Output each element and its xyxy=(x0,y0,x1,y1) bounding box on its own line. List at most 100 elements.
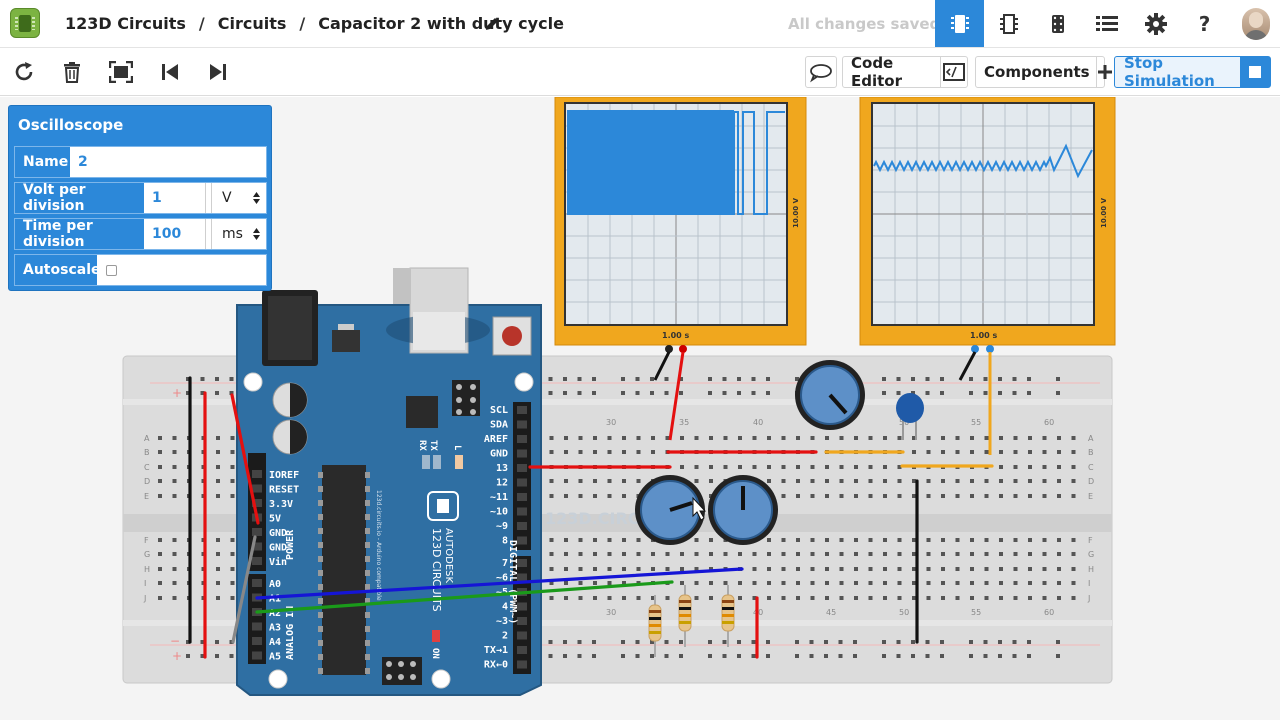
volt-per-division-label: Volt per division xyxy=(15,182,144,214)
row-letter: G xyxy=(1088,550,1094,559)
oscilloscope-1[interactable]: 1.00 s 10.00 V xyxy=(554,97,807,346)
breadboard-watermark: 123D.CIRC xyxy=(545,509,640,528)
stop-simulation-button[interactable]: Stop Simulation xyxy=(1114,54,1271,90)
help-icon: ? xyxy=(1198,11,1211,36)
autoscale-checkbox[interactable] xyxy=(106,264,117,276)
components-button[interactable]: Components xyxy=(975,56,1112,88)
settings-icon xyxy=(1144,12,1167,35)
tx-label: TX xyxy=(428,440,438,451)
volt-per-division-row: Volt per division 1 V xyxy=(14,182,267,214)
autoscale-label: Autoscale xyxy=(15,255,101,285)
help-button[interactable]: ? xyxy=(1180,0,1229,47)
brand-line-1: AUTODESK xyxy=(443,528,454,584)
chip-text: 123d.circuits.io - Arduino compatible xyxy=(375,490,382,601)
row-letter: H xyxy=(1088,565,1094,574)
rx-label: RX xyxy=(417,440,427,451)
code-editor-button[interactable]: Code Editor xyxy=(842,54,968,90)
row-letter: C xyxy=(144,463,150,472)
arduino-board[interactable]: IOREFRESET3.3V5VGNDGNDVinA0A1A2A3A4A5SCL… xyxy=(236,267,542,696)
speech-bubble-icon xyxy=(810,64,832,83)
scope-1-volt-scale: 10.00 V xyxy=(792,197,800,228)
rotate-button[interactable] xyxy=(12,60,36,84)
rail-polarity-label: + xyxy=(172,649,182,663)
name-input[interactable]: 2 xyxy=(70,147,88,177)
delete-button[interactable] xyxy=(60,60,84,84)
column-number: 60 xyxy=(1044,608,1054,617)
pcb-view-icon xyxy=(1051,14,1064,33)
rail-polarity-label: − xyxy=(170,634,180,648)
app-logo-icon[interactable] xyxy=(10,8,40,38)
skip-forward-icon xyxy=(210,64,226,80)
breadboard-view-button[interactable] xyxy=(935,0,984,47)
settings-button[interactable] xyxy=(1131,0,1180,47)
parts-list-icon xyxy=(1095,15,1118,31)
stop-square-icon xyxy=(1240,57,1270,87)
analog-pin-label: A5 xyxy=(269,652,281,663)
fit-to-screen-button[interactable] xyxy=(109,60,133,84)
time-per-division-input[interactable]: 100 xyxy=(144,219,206,249)
column-number: 50 xyxy=(899,608,909,617)
breadboard-view-icon xyxy=(950,14,969,33)
row-letter: J xyxy=(1087,594,1090,603)
power-pin-label: 5V xyxy=(269,514,281,525)
schematic-view-button[interactable] xyxy=(984,0,1033,47)
row-letter: C xyxy=(1088,463,1094,472)
digital-pin-label: AREF xyxy=(484,434,508,445)
row-letter: D xyxy=(1088,477,1094,486)
select-arrows-icon xyxy=(253,192,260,204)
step-forward-button[interactable] xyxy=(206,60,230,84)
row-letter: E xyxy=(1088,492,1093,501)
digital-pin-label: SCL xyxy=(490,405,508,416)
skip-back-icon xyxy=(162,64,178,80)
toolbar: Code Editor Components xyxy=(0,48,1280,96)
digital-pin-label: 2 xyxy=(502,631,508,642)
breadcrumb-circuits[interactable]: Circuits xyxy=(218,14,287,33)
power-pin-label: IOREF xyxy=(269,470,299,481)
parts-list-button[interactable] xyxy=(1082,0,1131,47)
analog-pin-label: A0 xyxy=(269,579,281,590)
row-letter: J xyxy=(143,594,146,603)
name-label: Name xyxy=(15,147,70,177)
analog-in-label: ANALOG IN xyxy=(285,606,296,660)
time-unit-select[interactable]: ms xyxy=(211,219,266,249)
oscilloscope-properties-panel: Oscilloscope Name 2 Volt per division 1 … xyxy=(8,105,272,291)
volt-per-division-input[interactable]: 1 xyxy=(144,183,206,213)
row-letter: G xyxy=(144,550,150,559)
app-header: 123D Circuits / Circuits / Capacitor 2 w… xyxy=(0,0,1280,48)
digital-pin-label: ~10 xyxy=(490,507,508,518)
annotation-button[interactable] xyxy=(805,56,837,88)
column-number: 55 xyxy=(971,418,981,427)
edit-title-pencil-icon[interactable] xyxy=(484,16,500,32)
time-unit-value: ms xyxy=(222,226,243,242)
save-status: All changes saved xyxy=(788,15,941,33)
digital-pin-label: RX←0 xyxy=(484,660,508,671)
rail-polarity-label: + xyxy=(172,386,182,400)
code-icon xyxy=(939,57,967,87)
digital-pin-label: ~9 xyxy=(496,521,508,532)
power-label: POWER xyxy=(285,529,296,560)
row-letter: H xyxy=(144,565,150,574)
autoscale-row: Autoscale xyxy=(14,254,267,286)
time-per-division-label: Time per division xyxy=(15,218,144,250)
trash-icon xyxy=(64,62,80,83)
step-back-button[interactable] xyxy=(158,60,182,84)
column-number: 30 xyxy=(606,418,616,427)
breadcrumb-separator: / xyxy=(198,14,205,33)
row-letter: F xyxy=(144,536,149,545)
user-avatar[interactable] xyxy=(1242,8,1270,40)
potentiometer-top[interactable] xyxy=(795,360,865,430)
circuit-title: Capacitor 2 with duty cycle xyxy=(318,14,564,33)
oscilloscope-2[interactable]: 1.00 s 10.00 V xyxy=(859,97,1116,346)
select-arrows-icon xyxy=(253,228,260,240)
potentiometer-right[interactable] xyxy=(708,475,778,545)
scope-2-time-scale: 1.00 s xyxy=(970,331,998,340)
pcb-view-button[interactable] xyxy=(1033,0,1082,47)
breadcrumb-separator: / xyxy=(299,14,306,33)
row-letter: I xyxy=(144,579,146,588)
volt-unit-select[interactable]: V xyxy=(211,183,266,213)
digital-pin-label: ~3 xyxy=(496,616,508,627)
breadcrumb-app[interactable]: 123D Circuits xyxy=(65,14,186,33)
scope-1-time-scale: 1.00 s xyxy=(662,331,690,340)
plus-icon xyxy=(1095,57,1113,87)
row-letter: E xyxy=(144,492,149,501)
